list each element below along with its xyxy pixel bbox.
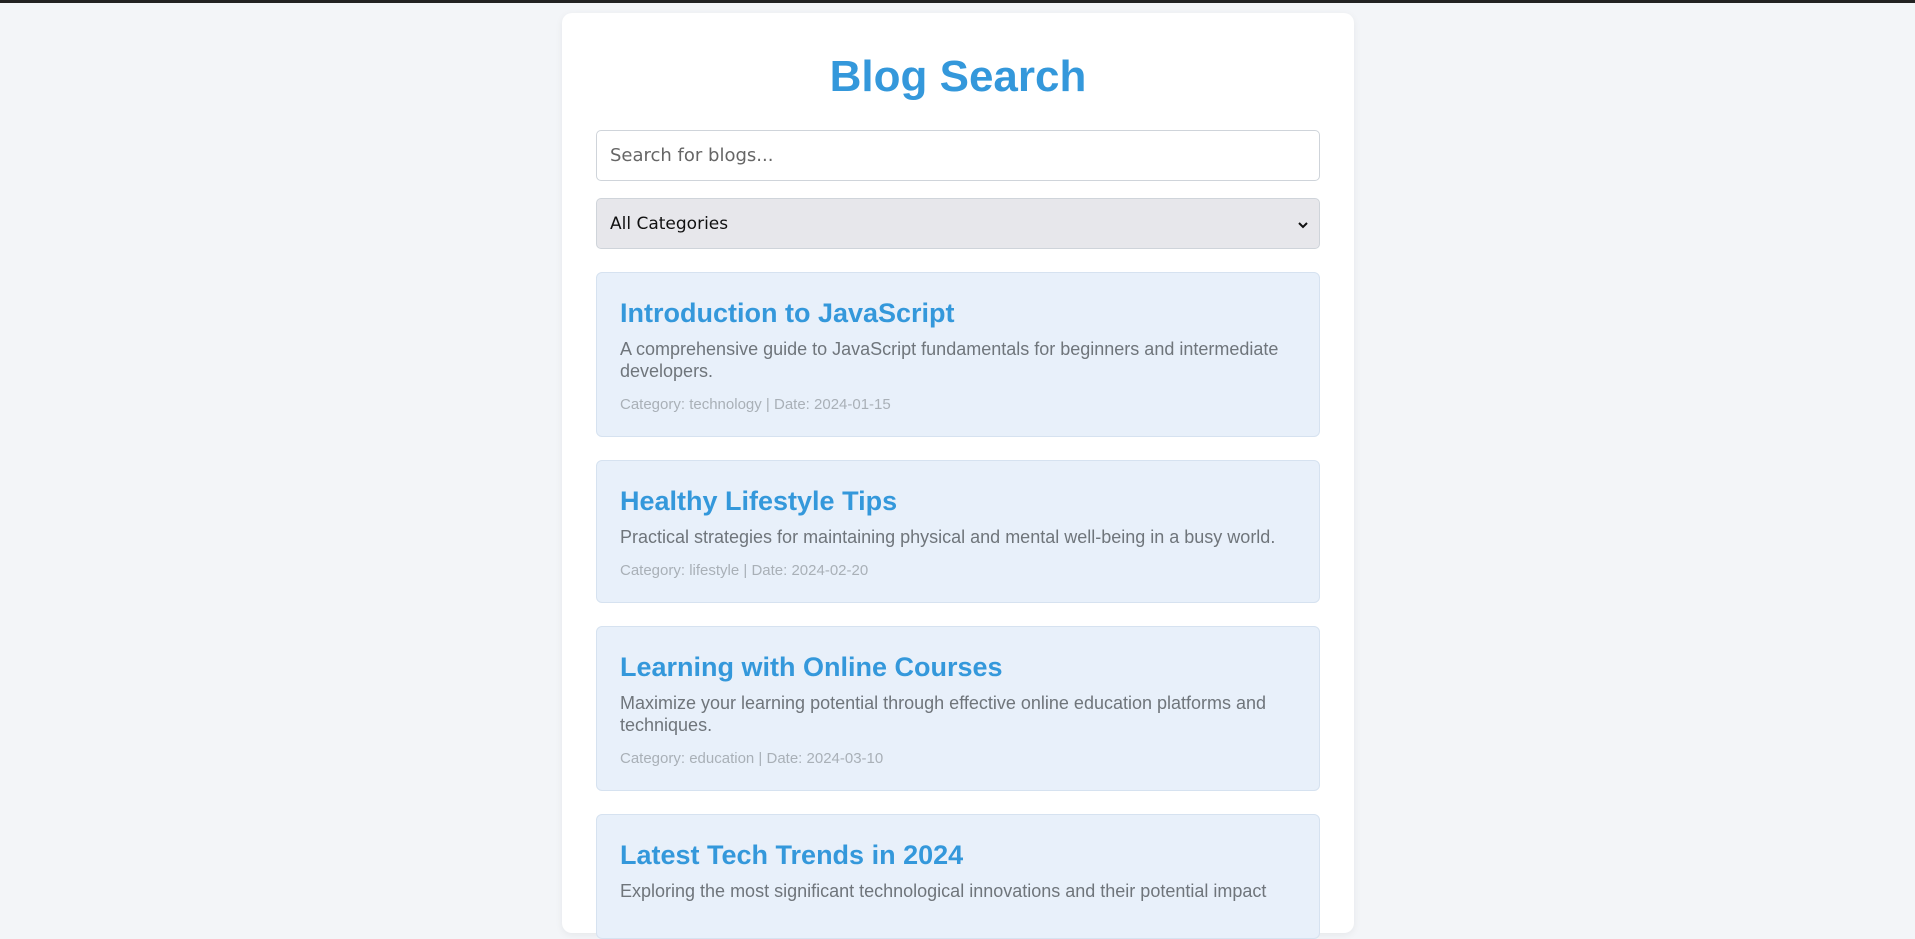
category-select-value: All Categories	[610, 213, 729, 234]
blog-meta: Category: technology | Date: 2024-01-15	[620, 396, 891, 413]
search-input[interactable]	[596, 130, 1320, 181]
blog-description: A comprehensive guide to JavaScript fund…	[620, 339, 1279, 381]
blog-card[interactable]: Healthy Lifestyle Tips Practical strateg…	[596, 460, 1320, 603]
blog-description: Practical strategies for maintaining phy…	[620, 527, 1276, 547]
blog-title[interactable]: Latest Tech Trends in 2024	[620, 839, 1296, 871]
blog-list: Introduction to JavaScript A comprehensi…	[596, 272, 1320, 939]
blog-description: Maximize your learning potential through…	[620, 693, 1267, 735]
blog-card[interactable]: Learning with Online Courses Maximize yo…	[596, 626, 1320, 791]
blog-title[interactable]: Learning with Online Courses	[620, 651, 1296, 683]
category-select[interactable]: All Categories	[596, 198, 1320, 249]
chevron-down-icon	[1297, 218, 1309, 230]
blog-description: Exploring the most significant technolog…	[620, 881, 1267, 901]
blog-title[interactable]: Introduction to JavaScript	[620, 297, 1296, 329]
blog-card[interactable]: Latest Tech Trends in 2024 Exploring the…	[596, 814, 1320, 939]
blog-search-panel: Blog Search All Categories Introduction …	[562, 13, 1354, 939]
blog-meta: Category: education | Date: 2024-03-10	[620, 750, 884, 767]
blog-title[interactable]: Healthy Lifestyle Tips	[620, 485, 1296, 517]
blog-card[interactable]: Introduction to JavaScript A comprehensi…	[596, 272, 1320, 437]
blog-meta: Category: lifestyle | Date: 2024-02-20	[620, 562, 869, 579]
page-title: Blog Search	[829, 52, 1087, 101]
